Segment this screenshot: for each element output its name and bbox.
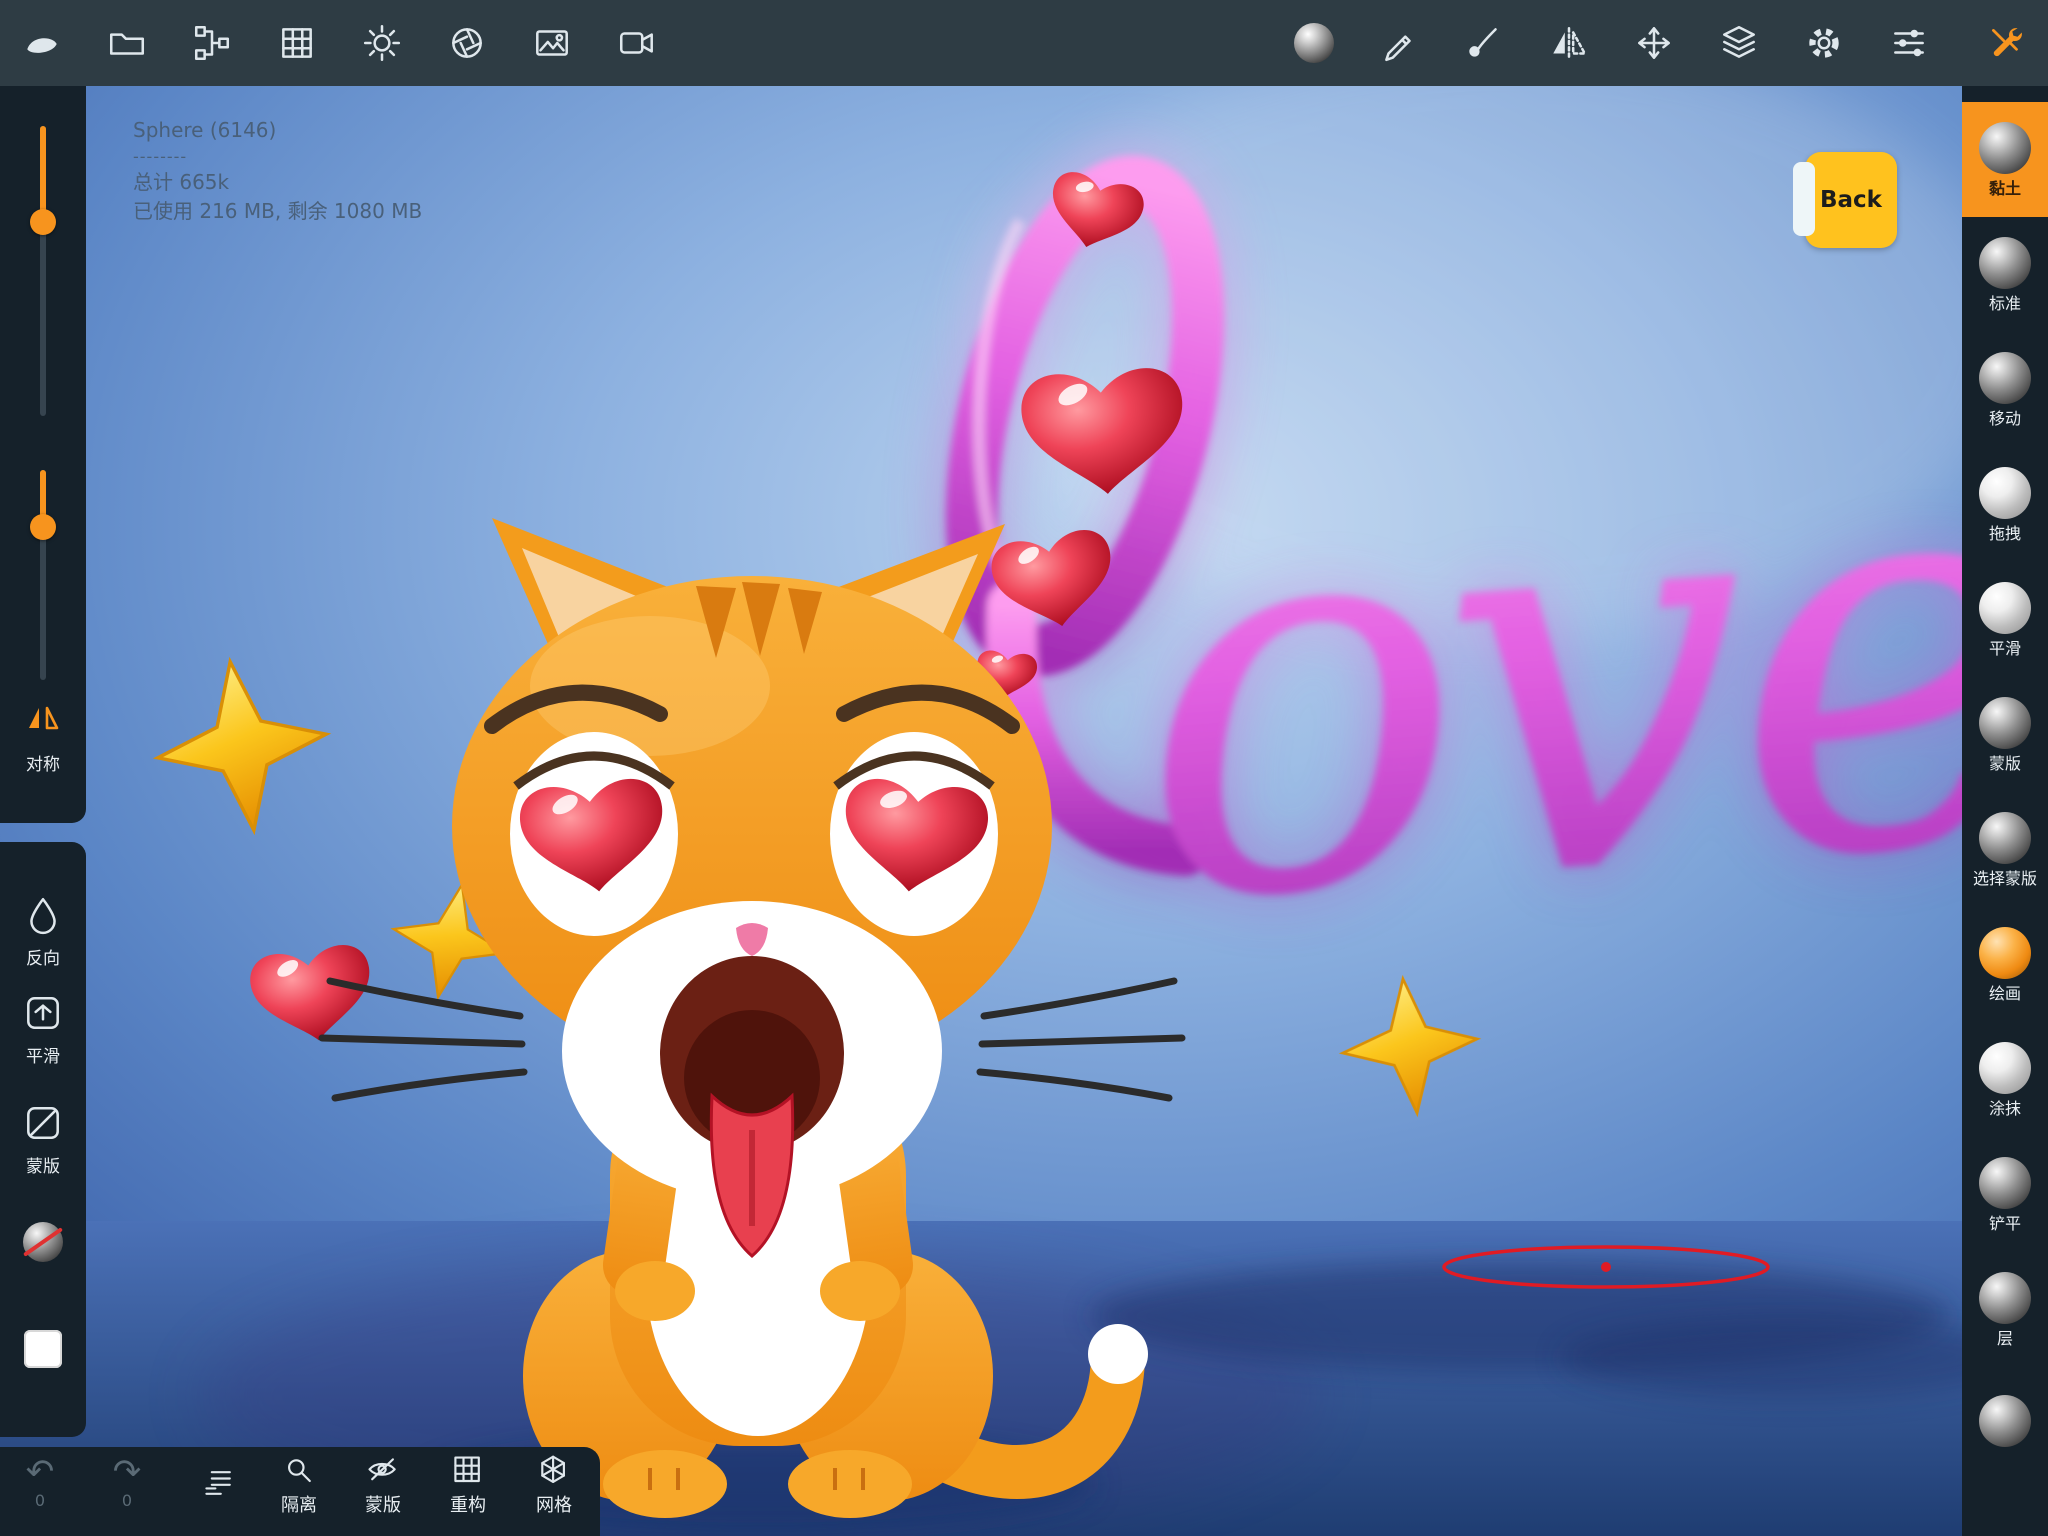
memory-usage: 已使用 216 MB, 剩余 1080 MB bbox=[133, 197, 422, 226]
isolate-button[interactable]: 隔离 bbox=[254, 1454, 344, 1517]
redo-icon: ↷ bbox=[113, 1454, 142, 1490]
brush-settings-panel: 对称 bbox=[0, 86, 86, 823]
smooth-label: 平滑 bbox=[0, 1042, 86, 1067]
symmetry-mirror-icon[interactable] bbox=[1547, 21, 1591, 65]
undo-button[interactable]: ↶ 0 bbox=[0, 1454, 85, 1510]
tool-drag[interactable]: 拖拽 bbox=[1962, 447, 2048, 562]
magnifier-icon bbox=[281, 1454, 317, 1490]
mask-visibility-button[interactable]: 蒙版 bbox=[338, 1454, 428, 1517]
topbar-left-group bbox=[20, 21, 659, 65]
vertex-count: 总计 665k bbox=[133, 168, 422, 197]
topbar-right-group bbox=[1292, 21, 2028, 65]
smooth-sphere-icon bbox=[1979, 582, 2031, 634]
mesh-stats: Sphere (6146) -------- 总计 665k 已使用 216 M… bbox=[133, 116, 422, 226]
material-disabled-button[interactable] bbox=[0, 1222, 86, 1262]
eye-slash-icon bbox=[365, 1454, 401, 1490]
mask-box-icon bbox=[22, 1102, 64, 1144]
mesh-name: Sphere (6146) bbox=[133, 116, 422, 145]
tool-layer[interactable]: 层 bbox=[1962, 1252, 2048, 1367]
tool-smudge[interactable]: 涂抹 bbox=[1962, 1022, 2048, 1137]
smudge-sphere-icon bbox=[1979, 1042, 2031, 1094]
extra-sphere-icon bbox=[1979, 1395, 2031, 1447]
wireframe-hex-icon bbox=[536, 1454, 572, 1490]
lighting-sun-icon[interactable] bbox=[360, 21, 404, 65]
postprocess-aperture-icon[interactable] bbox=[445, 21, 489, 65]
nomad-logo-icon[interactable] bbox=[20, 21, 64, 65]
undo-icon: ↶ bbox=[26, 1454, 55, 1490]
camera-icon[interactable] bbox=[615, 21, 659, 65]
color-swatch-button[interactable] bbox=[0, 1330, 86, 1368]
mask-button[interactable]: 蒙版 bbox=[0, 1102, 86, 1177]
stroke-pencil-icon[interactable] bbox=[1377, 21, 1421, 65]
tool-paint[interactable]: 绘画 bbox=[1962, 907, 2048, 1022]
smooth-mask-button[interactable]: 平滑 bbox=[0, 992, 86, 1067]
mask-sphere-icon bbox=[1979, 697, 2031, 749]
flatten-sphere-icon bbox=[1979, 1157, 2031, 1209]
brush-radius-slider[interactable] bbox=[0, 126, 86, 416]
wireframe-button[interactable]: 网格 bbox=[509, 1454, 599, 1517]
tool-mask[interactable]: 蒙版 bbox=[1962, 677, 2048, 792]
mask-label: 蒙版 bbox=[0, 1152, 86, 1177]
isolate-label: 隔离 bbox=[281, 1491, 317, 1517]
redo-count: 0 bbox=[122, 1491, 132, 1510]
standard-sphere-icon bbox=[1979, 237, 2031, 289]
brush-intensity-slider[interactable] bbox=[0, 470, 86, 680]
tool-standard[interactable]: 标准 bbox=[1962, 217, 2048, 332]
rebuild-label: 重构 bbox=[450, 1491, 486, 1517]
symmetry-toggle-icon[interactable] bbox=[23, 698, 63, 738]
paint-sphere-icon bbox=[1979, 927, 2031, 979]
gizmo-icon[interactable] bbox=[1632, 21, 1676, 65]
tool-smooth[interactable]: 平滑 bbox=[1962, 562, 2048, 677]
brush-intensity-knob[interactable] bbox=[30, 514, 56, 540]
layer-sphere-icon bbox=[1979, 1272, 2031, 1324]
material-sphere-icon[interactable] bbox=[1292, 21, 1336, 65]
scene-graph-icon[interactable] bbox=[190, 21, 234, 65]
top-toolbar bbox=[0, 0, 2048, 86]
right-tool-sidebar: 黏土 标准 移动 拖拽 平滑 蒙版 选择蒙版 绘画 涂抹 铲平 层 bbox=[1962, 86, 2048, 1536]
sphere-slash-icon bbox=[23, 1222, 63, 1262]
tool-flatten[interactable]: 铲平 bbox=[1962, 1137, 2048, 1252]
painting-brush-icon[interactable] bbox=[1462, 21, 1506, 65]
settings-gear-icon[interactable] bbox=[1802, 21, 1846, 65]
files-icon[interactable] bbox=[105, 21, 149, 65]
invert-button[interactable]: 反向 bbox=[0, 894, 86, 969]
symmetry-label: 对称 bbox=[0, 750, 86, 775]
stats-divider: -------- bbox=[133, 145, 422, 168]
mask-tools-panel: 反向 平滑 蒙版 bbox=[0, 842, 86, 1437]
drag-sphere-icon bbox=[1979, 467, 2031, 519]
brush-radius-knob[interactable] bbox=[30, 209, 56, 235]
wireframe-label: 网格 bbox=[536, 1491, 572, 1517]
background-image-icon[interactable] bbox=[530, 21, 574, 65]
clay-sphere-icon bbox=[1979, 122, 2031, 174]
back-button[interactable]: Back bbox=[1805, 152, 1897, 248]
tools-wrench-icon[interactable] bbox=[1984, 21, 2028, 65]
droplet-icon bbox=[22, 894, 64, 936]
tool-select-mask[interactable]: 选择蒙版 bbox=[1962, 792, 2048, 907]
tool-move[interactable]: 移动 bbox=[1962, 332, 2048, 447]
undo-count: 0 bbox=[35, 1491, 45, 1510]
list-icon bbox=[201, 1465, 237, 1501]
layers-icon[interactable] bbox=[1717, 21, 1761, 65]
tool-extra[interactable] bbox=[1962, 1367, 2048, 1482]
grid-icon bbox=[450, 1454, 486, 1490]
move-sphere-icon bbox=[1979, 352, 2031, 404]
bottom-toolbar: ↶ 0 ↷ 0 隔离 蒙版 重构 网格 bbox=[0, 1447, 600, 1536]
tool-clay[interactable]: 黏土 bbox=[1962, 102, 2048, 217]
sculpt-scene[interactable]: ove bbox=[0, 86, 2048, 1536]
left-sidebar: 对称 反向 平滑 蒙版 bbox=[0, 86, 86, 1437]
topology-grid-icon[interactable] bbox=[275, 21, 319, 65]
invert-label: 反向 bbox=[0, 944, 86, 969]
mask-label: 蒙版 bbox=[365, 1491, 401, 1517]
arrow-up-box-icon bbox=[22, 992, 64, 1034]
white-color-swatch bbox=[24, 1330, 62, 1368]
scene-list-button[interactable] bbox=[174, 1465, 264, 1501]
select-mask-sphere-icon bbox=[1979, 812, 2031, 864]
nomad-sculpt-app: ove bbox=[0, 0, 2048, 1536]
interface-sliders-icon[interactable] bbox=[1887, 21, 1931, 65]
redo-button[interactable]: ↷ 0 bbox=[82, 1454, 172, 1510]
rebuild-button[interactable]: 重构 bbox=[423, 1454, 513, 1517]
viewport-3d[interactable]: ove bbox=[0, 86, 2048, 1536]
